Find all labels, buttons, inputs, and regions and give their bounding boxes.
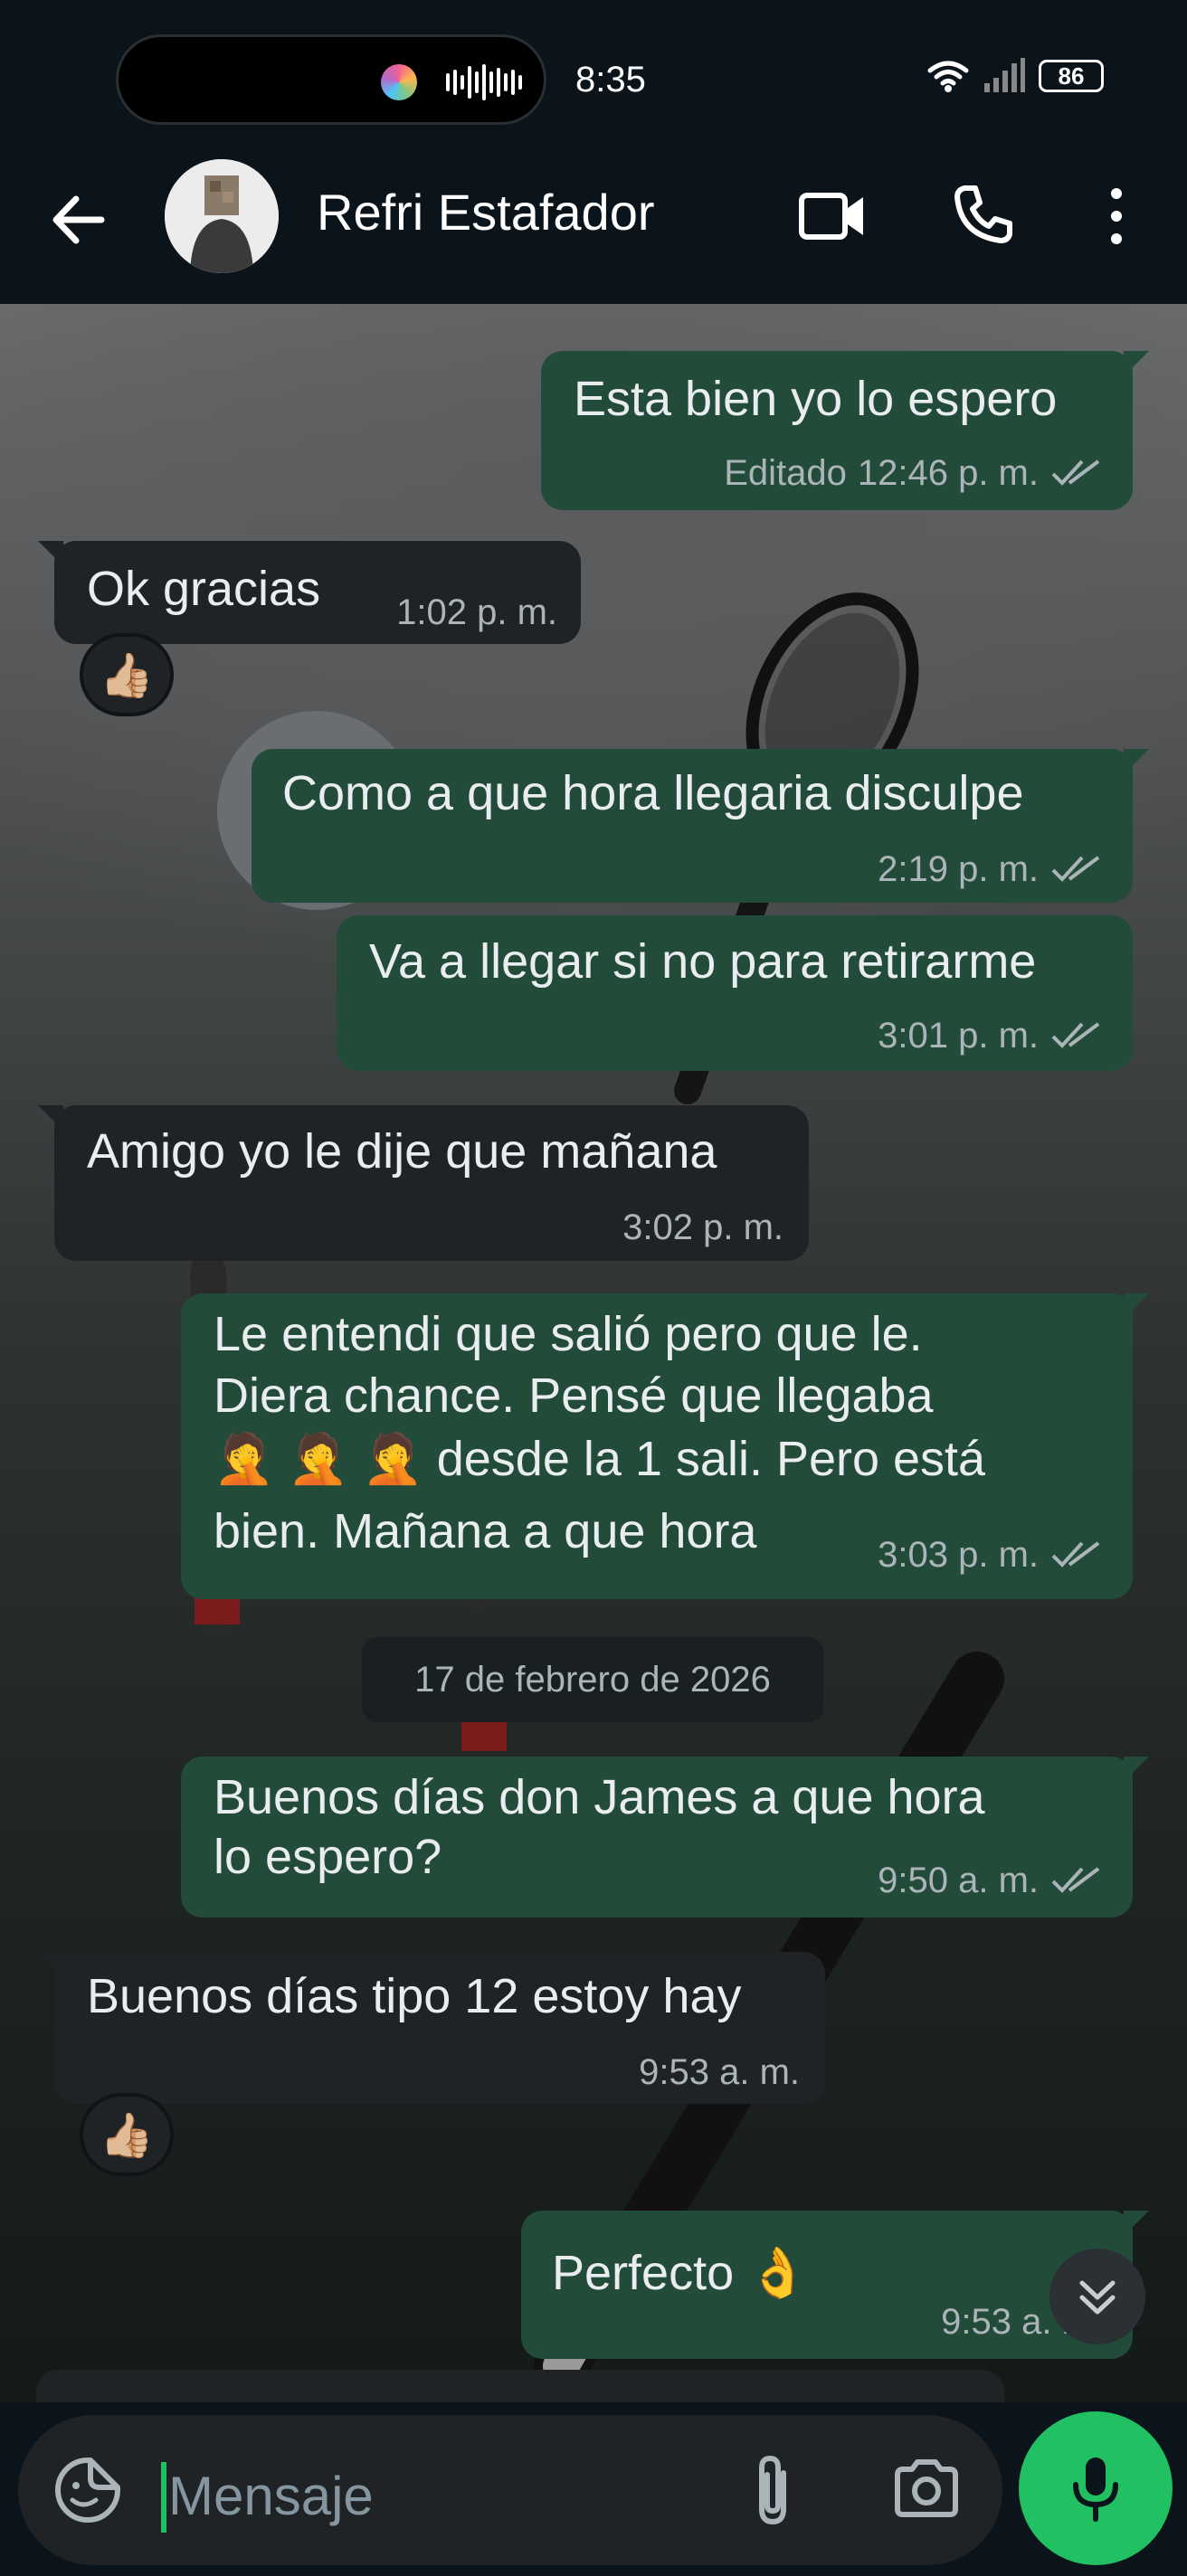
signal-icon — [984, 58, 1025, 92]
composer-bar — [0, 2402, 1187, 2576]
thumbs-up-reaction: 👍🏼 — [100, 651, 154, 700]
message-meta: Editado 12:46 p. m. — [724, 443, 1102, 503]
phone-icon[interactable] — [952, 183, 1015, 246]
message-composer[interactable] — [18, 2415, 1002, 2565]
reaction-badge[interactable]: 👍🏼 — [80, 2093, 174, 2176]
message-bubble-incoming[interactable]: Ok gracias 1:02 p. m. — [38, 541, 581, 644]
message-text: Buenos días tipo 12 estoy hay — [87, 1969, 742, 2023]
attach-icon[interactable] — [749, 2453, 796, 2529]
sticker-icon[interactable] — [52, 2455, 123, 2525]
audio-wave-icon — [446, 64, 522, 100]
chat-header: Refri Estafador — [0, 159, 1187, 304]
mic-icon — [1073, 2458, 1118, 2522]
message-line: lo espero? — [214, 1830, 442, 1884]
recording-indicator-icon — [381, 64, 417, 100]
message-time: 2:19 p. m. — [878, 849, 1039, 889]
reaction-badge[interactable]: 👍🏼 — [80, 633, 174, 716]
message-meta: 1:02 p. m. — [396, 582, 557, 642]
message-text: Esta bien yo lo espero — [574, 372, 1058, 426]
message-bubble-outgoing[interactable]: Le entendi que salió pero que le. Diera … — [181, 1293, 1149, 1599]
battery-icon: 86 — [1039, 60, 1104, 92]
message-meta: 9:50 a. m. — [878, 1851, 1102, 1910]
read-ticks-icon — [1051, 459, 1100, 486]
double-chevron-down-icon — [1079, 2280, 1116, 2315]
video-call-icon[interactable] — [798, 186, 867, 246]
message-bubble-incoming[interactable]: Buenos días tipo 12 estoy hay 9:53 a. m. — [38, 1952, 825, 2104]
message-text: Perfecto 👌 — [552, 2246, 809, 2300]
message-meta: 3:02 p. m. — [622, 1198, 783, 1257]
message-time: 9:50 a. m. — [878, 1861, 1039, 1900]
scroll-to-bottom-button[interactable] — [1049, 2249, 1145, 2344]
message-time: 9:53 a. m. — [639, 2052, 800, 2092]
message-line: Diera chance. Pensé que llegaba — [214, 1368, 934, 1423]
thumbs-up-reaction: 👍🏼 — [100, 2111, 154, 2160]
message-text: Va a llegar si no para retirarme — [369, 934, 1037, 989]
message-bubble-partial — [36, 2370, 1004, 2402]
message-time: 3:01 p. m. — [878, 1016, 1039, 1056]
message-line: Le entendi que salió pero que le. — [214, 1307, 923, 1361]
message-meta: 2:19 p. m. — [878, 839, 1102, 899]
message-time: 1:02 p. m. — [396, 592, 557, 632]
message-line: Buenos días don James a que hora — [214, 1770, 985, 1824]
message-bubble-outgoing[interactable]: Como a que hora llegaria disculpe 2:19 p… — [252, 749, 1149, 903]
text-caret — [161, 2462, 166, 2533]
avatar-picture — [165, 159, 279, 273]
message-list[interactable]: Esta bien yo lo espero Editado 12:46 p. … — [0, 304, 1187, 2402]
read-ticks-icon — [1051, 1541, 1100, 1567]
read-ticks-icon — [1051, 1867, 1100, 1893]
avatar[interactable] — [165, 159, 279, 273]
message-line: 🤦 🤦 🤦 desde la 1 sali. Pero está — [214, 1432, 986, 1486]
message-text: Amigo yo le dije que mañana — [87, 1124, 717, 1179]
message-bubble-outgoing[interactable]: Perfecto 👌 9:53 a. m. — [521, 2211, 1149, 2359]
message-bubble-outgoing[interactable]: Va a llegar si no para retirarme 3:01 p.… — [337, 915, 1133, 1071]
camera-icon[interactable] — [892, 2458, 961, 2518]
message-meta: 9:53 a. m. — [639, 2042, 800, 2102]
date-divider: 17 de febrero de 2026 — [362, 1637, 823, 1722]
message-bubble-incoming[interactable]: Amigo yo le dije que mañana 3:02 p. m. — [38, 1105, 809, 1261]
message-text: Como a que hora llegaria disculpe — [282, 766, 1024, 820]
message-bubble-outgoing[interactable]: Esta bien yo lo espero Editado 12:46 p. … — [541, 351, 1149, 510]
message-meta: 3:01 p. m. — [878, 1006, 1102, 1065]
read-ticks-icon — [1051, 1022, 1100, 1048]
dynamic-island — [116, 34, 546, 125]
wifi-icon — [927, 61, 969, 92]
message-time: 12:46 p. m. — [857, 453, 1039, 493]
read-ticks-icon — [1051, 856, 1100, 882]
edited-label: Editado — [724, 453, 847, 493]
status-icons: 86 — [926, 58, 1104, 94]
status-time: 8:35 — [575, 60, 646, 99]
status-bar: 8:35 86 — [0, 0, 1187, 159]
mic-button[interactable] — [1019, 2411, 1173, 2565]
message-text: Ok gracias — [87, 562, 321, 616]
contact-name[interactable]: Refri Estafador — [317, 183, 655, 242]
message-time: 3:03 p. m. — [878, 1535, 1039, 1575]
more-vert-icon[interactable] — [1106, 186, 1127, 246]
message-line: bien. Mañana a que hora — [214, 1504, 757, 1558]
message-input[interactable] — [168, 2455, 711, 2536]
message-time: 3:02 p. m. — [622, 1208, 783, 1247]
message-bubble-outgoing[interactable]: Buenos días don James a que hora lo espe… — [181, 1757, 1149, 1918]
back-arrow-icon[interactable] — [47, 188, 110, 251]
message-meta: 3:03 p. m. — [878, 1525, 1102, 1585]
